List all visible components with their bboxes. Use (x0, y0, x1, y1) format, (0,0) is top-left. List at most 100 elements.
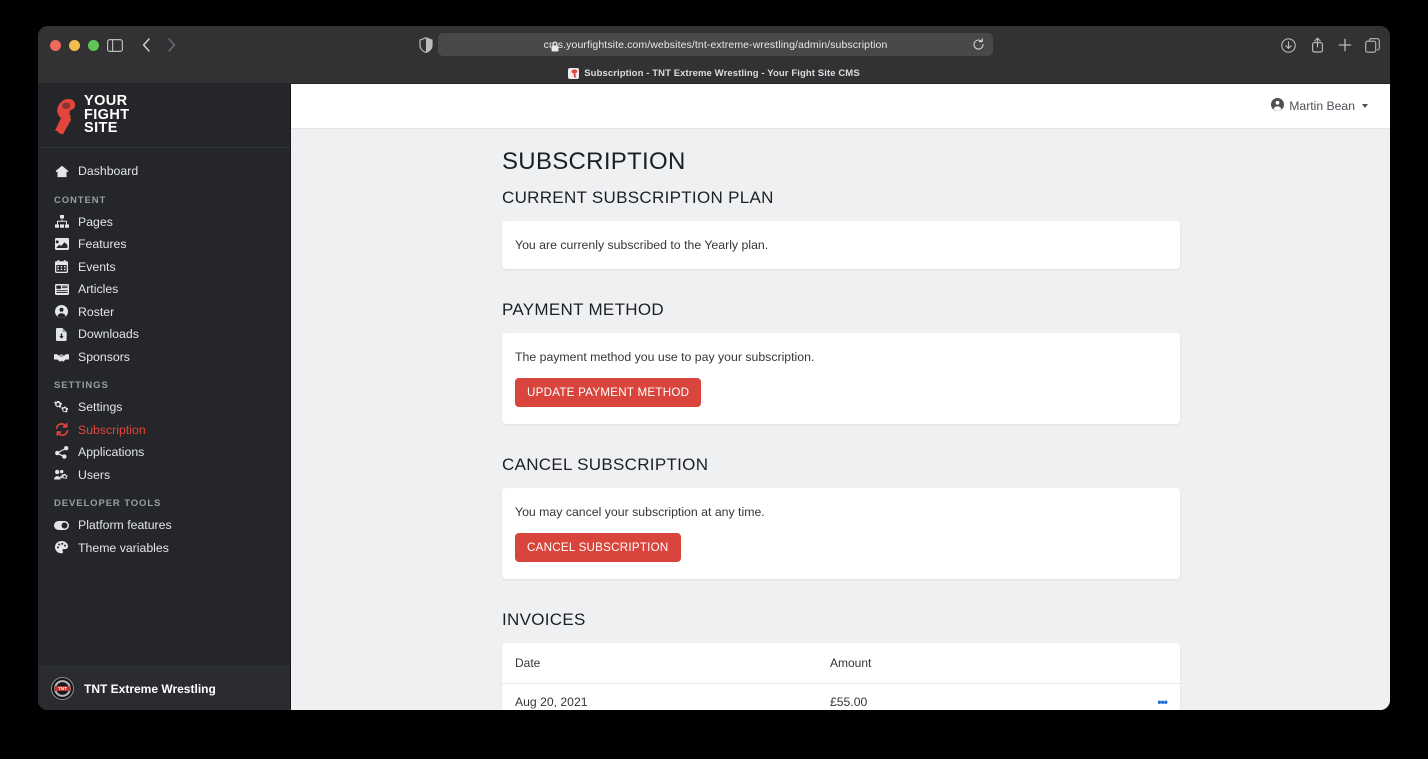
current-plan-text: You are currenly subscribed to the Yearl… (515, 238, 769, 252)
section-title-cancel-subscription: CANCEL SUBSCRIPTION (502, 455, 709, 474)
sidebar-item-sponsors[interactable]: Sponsors (38, 346, 290, 369)
share-alt-icon (54, 445, 69, 459)
brand-logo-block[interactable]: YOUR FIGHT SITE (38, 84, 290, 148)
sidebar-item-label: Roster (78, 304, 115, 319)
browser-toolbar: cms.yourfightsite.com/websites/tnt-extre… (38, 26, 1390, 63)
update-payment-method-button[interactable]: UPDATE PAYMENT METHOD (515, 378, 702, 407)
user-name: Martin Bean (1289, 99, 1355, 113)
sidebar-item-label: Sponsors (78, 349, 130, 364)
table-row: Aug 20, 2021 £55.00 ••• (502, 683, 1180, 710)
cogs-icon (54, 400, 69, 414)
lock-icon (551, 39, 559, 52)
handshake-icon (54, 350, 69, 364)
sidebar-item-label: Pages (78, 214, 113, 229)
address-bar[interactable]: cms.yourfightsite.com/websites/tnt-extre… (438, 33, 993, 56)
sidebar-nav: Dashboard CONTENT Pages Features Events … (38, 148, 290, 666)
tab-strip: Subscription - TNT Extreme Wrestling - Y… (38, 63, 1390, 84)
users-cog-icon (54, 468, 69, 482)
reload-icon[interactable] (972, 38, 985, 56)
back-arrow-icon[interactable] (137, 36, 155, 54)
window-controls (50, 40, 99, 51)
minimize-window-button[interactable] (69, 40, 80, 51)
brand-wordmark: YOUR FIGHT SITE (84, 94, 130, 136)
sidebar-toggle-icon[interactable] (106, 36, 124, 54)
chevron-down-icon (1362, 104, 1368, 108)
palette-icon (54, 541, 69, 555)
invoice-actions: ••• (1130, 683, 1180, 710)
fist-logo-icon (50, 96, 78, 136)
sidebar-item-label: Applications (78, 445, 145, 460)
current-site-footer[interactable]: TNT TNT Extreme Wrestling (38, 666, 290, 710)
file-download-icon (54, 327, 69, 341)
section-title-current-plan: CURRENT SUBSCRIPTION PLAN (502, 188, 774, 207)
row-menu-icon[interactable]: ••• (1157, 695, 1168, 709)
sidebar-item-platform-features[interactable]: Platform features (38, 514, 290, 537)
sidebar-item-articles[interactable]: Articles (38, 278, 290, 301)
invoices-card: Date Amount Aug 20, 2021 £55.00 ••• (502, 643, 1180, 710)
content-area: Martin Bean SUBSCRIPTION CURRENT SUBSCRI… (291, 84, 1390, 710)
column-header-date: Date (502, 643, 817, 684)
cancel-subscription-text: You may cancel your subscription at any … (515, 505, 765, 519)
page-title: SUBSCRIPTION (502, 148, 686, 175)
sidebar-item-roster[interactable]: Roster (38, 301, 290, 324)
svg-text:TNT: TNT (58, 686, 67, 691)
sidebar-item-subscription[interactable]: Subscription (38, 419, 290, 442)
browser-tab[interactable]: Subscription - TNT Extreme Wrestling - Y… (568, 67, 860, 79)
sidebar-item-label: Subscription (78, 422, 146, 437)
calendar-icon (54, 260, 69, 274)
share-icon[interactable] (1308, 36, 1326, 54)
top-bar: Martin Bean (291, 84, 1390, 129)
invoice-amount: £55.00 (817, 683, 1130, 710)
invoices-table: Date Amount Aug 20, 2021 £55.00 ••• (502, 643, 1180, 710)
sidebar-item-label: Features (78, 237, 127, 252)
tnt-logo-avatar: TNT (51, 677, 74, 700)
sidebar-item-applications[interactable]: Applications (38, 441, 290, 464)
site-favicon (568, 67, 580, 79)
sidebar-item-settings[interactable]: Settings (38, 396, 290, 419)
privacy-shield-icon[interactable] (417, 36, 435, 54)
new-tab-icon[interactable] (1336, 36, 1354, 54)
sidebar-item-users[interactable]: Users (38, 464, 290, 487)
url-text: cms.yourfightsite.com/websites/tnt-extre… (543, 38, 888, 51)
sidebar-item-label: Downloads (78, 327, 139, 342)
forward-arrow-icon[interactable] (162, 36, 180, 54)
payment-method-card: The payment method you use to pay your s… (502, 333, 1180, 424)
sidebar-item-label: Dashboard (78, 164, 139, 179)
cancel-subscription-card: You may cancel your subscription at any … (502, 488, 1180, 579)
sidebar: YOUR FIGHT SITE Dashboard CONTENT Pages … (38, 84, 291, 710)
sidebar-item-features[interactable]: Features (38, 233, 290, 256)
sidebar-item-label: Users (78, 467, 111, 482)
site-footer-name: TNT Extreme Wrestling (84, 681, 216, 696)
sidebar-item-label: Events (78, 259, 116, 274)
sidebar-heading-content: CONTENT (54, 194, 107, 206)
column-header-actions (1130, 643, 1180, 684)
sidebar-item-theme-variables[interactable]: Theme variables (38, 537, 290, 560)
toggle-on-icon (54, 518, 69, 532)
download-icon[interactable] (1279, 36, 1297, 54)
cancel-subscription-button[interactable]: CANCEL SUBSCRIPTION (515, 533, 681, 562)
sidebar-heading-settings: SETTINGS (54, 380, 109, 391)
home-icon (54, 164, 69, 178)
sidebar-item-label: Theme variables (78, 540, 169, 555)
user-menu[interactable]: Martin Bean (1271, 98, 1368, 114)
close-window-button[interactable] (50, 40, 61, 51)
sync-icon (54, 423, 69, 437)
tab-overview-icon[interactable] (1363, 36, 1381, 54)
sidebar-item-dashboard[interactable]: Dashboard (38, 160, 290, 183)
current-plan-card: You are currenly subscribed to the Yearl… (502, 221, 1180, 269)
maximize-window-button[interactable] (88, 40, 99, 51)
payment-method-text: The payment method you use to pay your s… (515, 350, 815, 364)
sidebar-item-downloads[interactable]: Downloads (38, 323, 290, 346)
table-header-row: Date Amount (502, 643, 1180, 684)
browser-window: cms.yourfightsite.com/websites/tnt-extre… (38, 26, 1390, 710)
section-title-payment-method: PAYMENT METHOD (502, 300, 664, 319)
sitemap-icon (54, 215, 69, 229)
page-scroll-region[interactable]: SUBSCRIPTION CURRENT SUBSCRIPTION PLAN Y… (291, 129, 1390, 710)
user-circle-icon (54, 305, 69, 319)
image-icon (54, 237, 69, 251)
sidebar-item-label: Settings (78, 400, 123, 415)
sidebar-item-events[interactable]: Events (38, 256, 290, 279)
sidebar-item-label: Platform features (78, 518, 172, 533)
sidebar-item-pages[interactable]: Pages (38, 211, 290, 234)
tab-title: Subscription - TNT Extreme Wrestling - Y… (584, 67, 860, 79)
